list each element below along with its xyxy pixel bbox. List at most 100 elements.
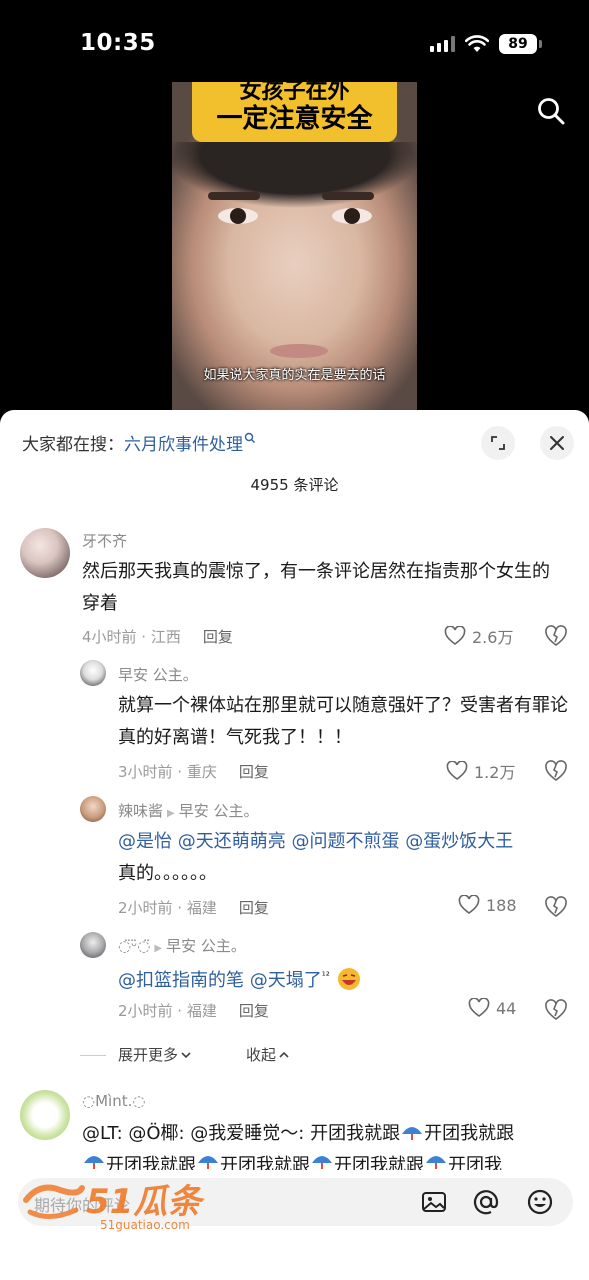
broken-heart-icon[interactable] <box>544 896 568 918</box>
left-eye-shape <box>218 208 258 224</box>
mention-link[interactable]: @扣篮指南的笔 <box>118 970 244 991</box>
comment-line2-part: 开团我就跟 <box>334 1155 424 1170</box>
image-icon[interactable] <box>420 1188 448 1216</box>
expand-button[interactable] <box>481 426 515 460</box>
chevron-up-icon <box>279 1051 289 1058</box>
reply-button[interactable]: 回复 <box>203 628 233 646</box>
wifi-icon <box>465 35 489 52</box>
comment-meta: 4小时前 · 江西 回复 <box>82 626 233 647</box>
reply-button[interactable]: 回复 <box>239 1002 269 1020</box>
status-icons: 89 <box>430 34 542 54</box>
comment-line2-part: 开团我 <box>448 1155 502 1170</box>
broken-heart-icon[interactable] <box>544 999 568 1021</box>
broken-heart-icon[interactable] <box>544 760 568 782</box>
umbrella-emoji-icon <box>312 1156 332 1169</box>
expand-more-button[interactable]: 展开更多 <box>118 1044 192 1065</box>
video-preview[interactable]: 女孩子在外 一定注意安全 如果说大家真的实在是要去的话 <box>172 82 417 412</box>
like-button[interactable]: 1.2万 <box>446 759 515 783</box>
reply-meta: 2小时前 · 福建 回复 <box>118 897 269 918</box>
laughing-emoji-icon <box>337 968 360 990</box>
watermark-brand: 51瓜条 <box>86 1182 202 1222</box>
reply-time: 2小时前 · 福建 <box>118 899 217 917</box>
watermark-logo: 51瓜条 51guatiao.com <box>20 1170 210 1240</box>
reply-to-user[interactable]: 早安 公主。 <box>166 937 246 955</box>
reply-author[interactable]: 辣味酱 <box>118 802 163 820</box>
comment-text: 然后那天我真的震惊了，有一条评论居然在指责那个女生的穿着 <box>82 561 550 614</box>
reply-text: @扣篮指南的笔 @天塌了¹² <box>118 961 578 997</box>
status-bar: 10:35 89 <box>0 0 589 80</box>
search-small-icon <box>244 432 255 443</box>
avatar[interactable] <box>20 1090 70 1140</box>
comment-username[interactable]: ◌Mìnt.◌ <box>82 1092 145 1110</box>
reply-text-tail: 真的。。。。。。 <box>118 863 217 884</box>
reply-time: 2小时前 · 福建 <box>118 1002 217 1020</box>
reply-button[interactable]: 回复 <box>239 899 269 917</box>
comment-line2-part: 开团我就跟 <box>220 1155 310 1170</box>
heart-icon <box>458 895 480 914</box>
battery-indicator: 89 <box>499 34 542 54</box>
mention-link[interactable]: @天塌了 <box>250 970 322 991</box>
umbrella-emoji-icon <box>84 1156 104 1169</box>
like-count: 1.2万 <box>474 763 516 782</box>
expand-more-label: 展开更多 <box>118 1046 179 1064</box>
hot-search[interactable]: 大家都在搜：六月欣事件处理 <box>22 430 256 455</box>
video-hair-shape <box>172 142 417 262</box>
heart-icon <box>468 998 490 1017</box>
umbrella-emoji-icon <box>198 1156 218 1169</box>
hot-search-query[interactable]: 六月欣事件处理 <box>124 435 243 455</box>
like-button[interactable]: 188 <box>458 895 517 915</box>
reply-superscript: ¹² <box>321 971 330 982</box>
comment-text-line: 开团我就跟 开团我就跟 开团我就跟 开团我 <box>82 1150 572 1170</box>
search-icon[interactable] <box>536 96 566 126</box>
reply-to-user[interactable]: 早安 公主。 <box>179 802 259 820</box>
mention-link[interactable]: @蛋炒饭大王 <box>405 831 513 852</box>
video-banner-line2: 一定注意安全 <box>216 104 373 134</box>
comment-username[interactable]: 牙不齐 <box>82 530 127 551</box>
broken-heart-icon[interactable] <box>544 625 568 647</box>
avatar[interactable] <box>80 660 106 686</box>
reply-meta: 2小时前 · 福建 回复 <box>118 1000 269 1021</box>
like-count: 188 <box>486 895 517 915</box>
avatar[interactable] <box>80 932 106 958</box>
cellular-signal-icon <box>430 36 455 52</box>
avatar[interactable] <box>80 796 106 822</box>
mention-link[interactable]: @是怡 <box>118 831 172 852</box>
reply-arrow-icon: ▶ <box>167 808 175 819</box>
close-button[interactable] <box>540 426 574 460</box>
heart-icon <box>446 761 468 780</box>
reply-arrow-icon: ▶ <box>154 943 163 954</box>
right-eye-shape <box>332 208 372 224</box>
left-brow-shape <box>208 192 260 200</box>
comment-line1-tail: 开团我就跟 <box>424 1123 515 1144</box>
umbrella-emoji-icon <box>402 1127 423 1140</box>
avatar[interactable] <box>20 528 70 578</box>
collapse-label: 收起 <box>246 1046 277 1064</box>
like-button[interactable]: 44 <box>468 998 516 1018</box>
right-brow-shape <box>322 192 374 200</box>
umbrella-emoji-icon <box>426 1156 446 1169</box>
watermark-url: 51guatiao.com <box>100 1218 190 1232</box>
reply-button[interactable]: 回复 <box>239 763 269 781</box>
comment-sheet: 大家都在搜：六月欣事件处理 4955 条评论 牙不齐 然后那天我真的震惊了，有一… <box>0 410 589 1280</box>
mention-link[interactable]: @天还萌萌亮 <box>178 831 286 852</box>
emoji-icon[interactable] <box>526 1188 554 1216</box>
comment-line2-part: 开团我就跟 <box>106 1155 196 1170</box>
reply-username[interactable]: 早安 公主。 <box>118 664 198 685</box>
close-icon <box>550 436 564 450</box>
comment-count: 4955 条评论 <box>250 476 339 494</box>
status-time: 10:35 <box>80 30 156 56</box>
divider <box>80 1055 106 1056</box>
reply-time: 3小时前 · 重庆 <box>118 763 217 781</box>
reply-text: @是怡 @天还萌萌亮 @问题不煎蛋 @蛋炒饭大王 真的。。。。。。 <box>118 826 578 890</box>
reply-username[interactable]: ◌̈ᵕ̈◌̈ ▶ 早安 公主。 <box>118 935 246 956</box>
expand-icon <box>491 436 505 450</box>
mention-link[interactable]: @问题不煎蛋 <box>291 831 399 852</box>
reply-author[interactable]: ◌̈ᵕ̈◌̈ <box>118 937 150 955</box>
at-mention-icon[interactable] <box>472 1188 500 1216</box>
expand-row: 展开更多 收起 <box>0 1044 589 1068</box>
collapse-button[interactable]: 收起 <box>246 1044 290 1065</box>
comment-text-line: @LT: @Ö椰: @我爱睡觉～: 开团我就跟 开团我就跟 <box>82 1118 562 1150</box>
reply-username[interactable]: 辣味酱 ▶ 早安 公主。 <box>118 800 259 821</box>
heart-icon <box>444 626 466 645</box>
like-button[interactable]: 2.6万 <box>444 624 513 648</box>
